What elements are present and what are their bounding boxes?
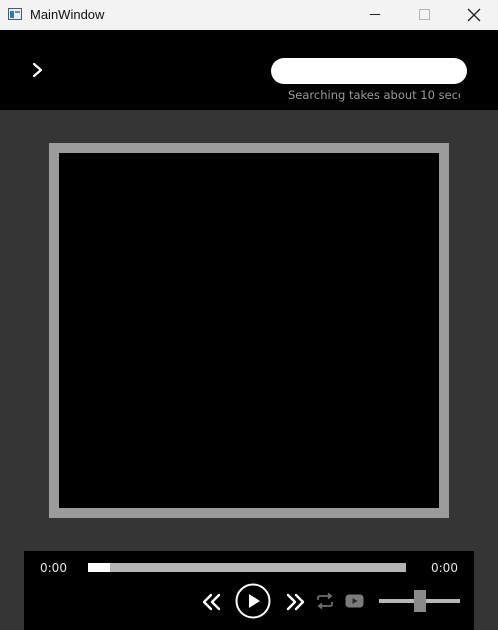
progress-slider-handle[interactable] [88, 563, 110, 572]
youtube-button[interactable] [345, 594, 364, 608]
app-icon [8, 8, 22, 20]
chevron-right-icon [32, 62, 43, 78]
progress-slider[interactable] [88, 563, 406, 572]
player-controls: 0:00 0:00 [24, 551, 474, 630]
repeat-icon [317, 592, 333, 610]
title-bar[interactable]: MainWindow [0, 0, 498, 30]
double-chevron-right-icon [286, 593, 305, 611]
forward-button[interactable] [284, 591, 306, 613]
play-icon [235, 583, 271, 619]
expand-sidebar-button[interactable] [28, 58, 48, 82]
double-chevron-left-icon [202, 593, 221, 611]
search-input[interactable] [271, 58, 467, 84]
close-icon [467, 8, 481, 22]
current-time-label: 0:00 [40, 561, 67, 575]
close-button[interactable] [451, 0, 497, 30]
youtube-icon [345, 594, 364, 608]
header-bar: Searching takes about 10 seconds [0, 30, 498, 110]
total-time-label: 0:00 [431, 561, 458, 575]
search-hint: Searching takes about 10 seconds [288, 88, 460, 102]
minimize-button[interactable] [352, 0, 398, 30]
main-window: MainWindow Searching takes about 10 seco… [0, 0, 498, 630]
video-display [49, 143, 449, 518]
play-button[interactable] [235, 583, 271, 619]
window-title: MainWindow [30, 7, 105, 22]
loop-button[interactable] [315, 592, 335, 610]
rewind-button[interactable] [201, 591, 223, 613]
volume-slider-handle[interactable] [414, 590, 426, 612]
maximize-button[interactable] [401, 0, 447, 30]
